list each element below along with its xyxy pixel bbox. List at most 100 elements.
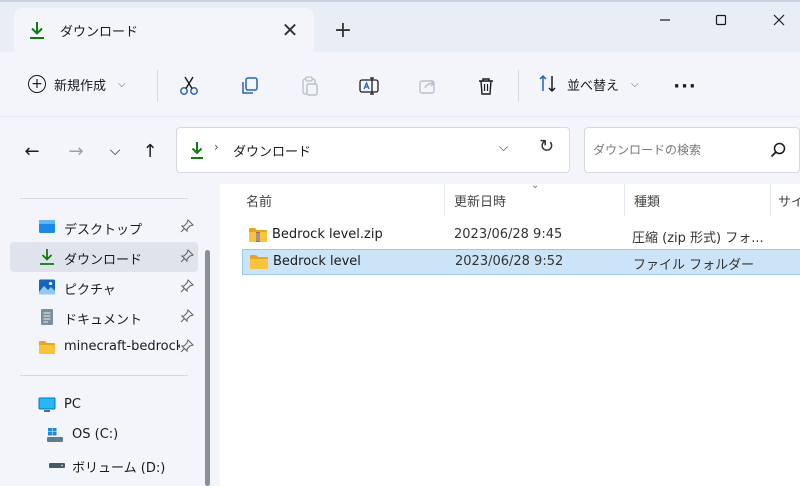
search-input[interactable]	[593, 138, 763, 162]
file-name: Bedrock level.zip	[272, 227, 383, 242]
sort-indicator-icon: ⌄	[531, 180, 540, 191]
recent-locations-button[interactable]: ⌵	[101, 137, 129, 165]
sidebar-item-label: デスクトップ	[64, 223, 143, 238]
column-divider	[624, 184, 625, 216]
forward-button[interactable]: →	[62, 137, 90, 165]
column-divider	[444, 184, 445, 216]
title-bar: ダウンロード ✕ +	[0, 0, 800, 52]
search-box[interactable]	[584, 127, 800, 173]
documents-icon	[41, 309, 53, 325]
pin-icon	[180, 249, 194, 263]
volume-icon	[49, 463, 65, 468]
file-date: 2023/06/28 9:45	[454, 227, 563, 242]
desktop-icon	[39, 220, 55, 233]
back-button[interactable]: ←	[18, 137, 46, 165]
navigation-pane: デスクトップ ダウンロード ピクチャ ドキュメント minecraft-bedr…	[0, 184, 220, 486]
divider	[518, 70, 519, 102]
sidebar-item-label: minecraft-bedrock	[64, 339, 180, 354]
maximize-button[interactable]	[701, 6, 741, 34]
tab-close-icon[interactable]: ✕	[277, 17, 303, 43]
sidebar-item-desktop[interactable]: デスクトップ	[10, 212, 198, 242]
pin-icon	[180, 339, 194, 353]
column-header-date[interactable]: 更新日時	[454, 191, 506, 210]
new-tab-button[interactable]: +	[330, 18, 356, 44]
copy-button[interactable]	[236, 72, 264, 100]
sidebar-item-minecraft-bedrock[interactable]: minecraft-bedrock	[10, 332, 198, 362]
address-dropdown-icon[interactable]: ⌵	[499, 140, 508, 155]
refresh-icon[interactable]: ↻	[539, 136, 554, 157]
minimize-button[interactable]	[645, 6, 685, 34]
column-divider	[770, 184, 771, 216]
sidebar-item-documents[interactable]: ドキュメント	[10, 302, 198, 332]
zip-folder-icon	[249, 228, 267, 242]
sidebar-item-label: ピクチャ	[64, 283, 116, 298]
search-icon	[770, 142, 786, 158]
more-options-button[interactable]: ···	[670, 72, 700, 100]
sidebar-item-label: OS (C:)	[72, 427, 119, 442]
pc-icon	[38, 397, 56, 412]
minimize-icon	[660, 19, 670, 21]
sidebar-item-volume-d[interactable]: ボリューム (D:)	[10, 450, 198, 480]
top-border	[0, 0, 800, 2]
new-button[interactable]: + 新規作成 ⌵	[28, 70, 126, 98]
copy-icon	[242, 77, 258, 94]
chevron-right-icon: ›	[214, 140, 219, 154]
download-icon	[30, 22, 44, 39]
maximize-icon	[715, 14, 727, 26]
tab-downloads[interactable]: ダウンロード ✕	[14, 8, 314, 52]
file-name: Bedrock level	[273, 254, 361, 269]
sort-button[interactable]: 並べ替え ⌵	[537, 70, 639, 98]
delete-button[interactable]	[472, 72, 500, 100]
file-date: 2023/06/28 9:52	[455, 254, 564, 269]
folder-icon	[39, 341, 55, 354]
sidebar-item-label: ダウンロード	[64, 253, 143, 268]
folder-icon	[250, 255, 268, 269]
download-icon	[40, 249, 54, 265]
rename-button[interactable]	[355, 72, 383, 100]
scissors-icon	[180, 76, 198, 95]
address-row: ← → ⌵ ↑ › ダウンロード ⌵ ↻	[0, 116, 800, 184]
sidebar-item-os-c[interactable]: OS (C:)	[10, 420, 198, 450]
divider	[20, 198, 188, 199]
download-icon	[191, 142, 203, 159]
pin-icon	[180, 309, 194, 323]
table-row[interactable]: Bedrock level.zip 2023/06/28 9:45 圧縮 (zi…	[242, 223, 800, 249]
chevron-down-icon: ⌵	[631, 78, 639, 90]
paste-icon	[302, 76, 318, 96]
column-header-name[interactable]: 名前	[246, 191, 272, 210]
divider	[20, 375, 188, 376]
column-header-size[interactable]: サイ	[778, 191, 800, 210]
up-button[interactable]: ↑	[136, 137, 164, 165]
address-bar[interactable]: › ダウンロード ⌵ ↻	[176, 127, 570, 173]
divider	[157, 70, 158, 102]
sidebar-item-label: ドキュメント	[64, 313, 143, 328]
file-type: ファイル フォルダー	[633, 258, 755, 273]
close-window-button[interactable]	[759, 6, 799, 34]
share-button[interactable]	[414, 72, 442, 100]
pictures-icon	[39, 279, 55, 295]
chevron-down-icon: ⌵	[118, 78, 126, 90]
share-icon	[419, 79, 435, 94]
sort-label: 並べ替え	[567, 78, 620, 94]
pin-icon	[180, 279, 194, 293]
address-path[interactable]: ダウンロード	[233, 141, 311, 160]
file-type: 圧縮 (zip 形式) フォ...	[632, 231, 764, 246]
column-header-type[interactable]: 種類	[634, 191, 660, 210]
cut-button[interactable]	[175, 72, 203, 100]
rename-icon	[359, 77, 379, 95]
table-row[interactable]: Bedrock level 2023/06/28 9:52 ファイル フォルダー	[242, 249, 800, 275]
sidebar-item-pictures[interactable]: ピクチャ	[10, 272, 198, 302]
file-list: 名前 ⌄ 更新日時 種類 サイ Bedrock level.zip 2023/0…	[220, 180, 800, 486]
new-label: 新規作成	[54, 78, 107, 94]
sort-icon	[539, 74, 556, 93]
pin-icon	[180, 219, 194, 233]
sidebar-item-downloads[interactable]: ダウンロード	[10, 242, 198, 272]
close-icon	[773, 14, 785, 26]
paste-button[interactable]	[296, 72, 324, 100]
command-bar: + 新規作成 ⌵ 並べ替え ⌵ ···	[0, 52, 800, 116]
drive-icon	[47, 428, 63, 442]
trash-icon	[479, 78, 493, 95]
sidebar-scrollbar[interactable]	[205, 250, 210, 486]
plus-icon: +	[28, 75, 46, 93]
sidebar-item-pc[interactable]: PC	[10, 390, 198, 420]
